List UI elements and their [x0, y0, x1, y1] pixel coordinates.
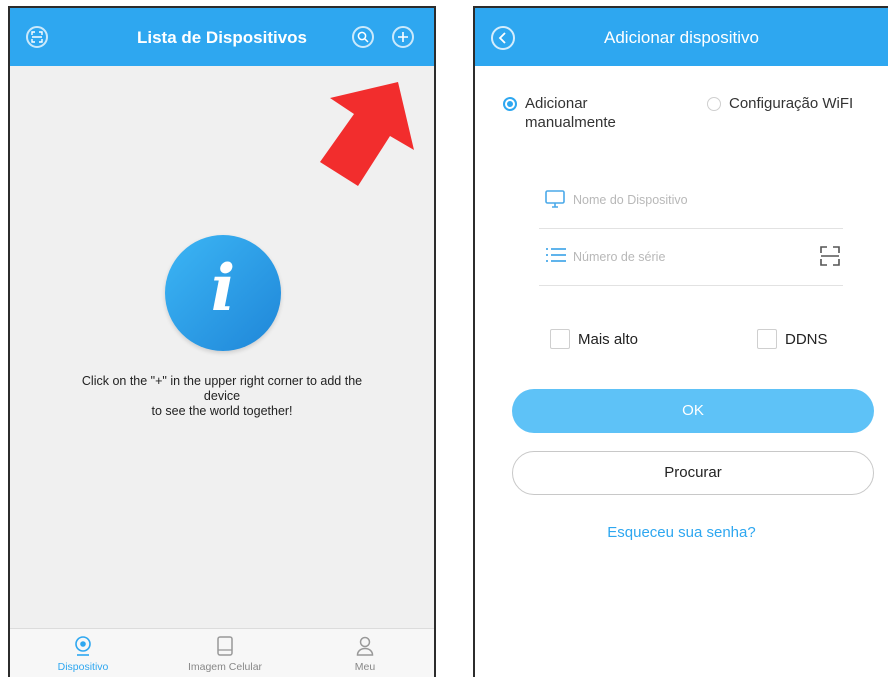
empty-message-line: to see the world together!	[151, 404, 293, 418]
forgot-password-link[interactable]: Esqueceu sua senha?	[475, 524, 888, 541]
page-title: Adicionar dispositivo	[604, 28, 759, 47]
checkbox-ddns[interactable]: DDNS	[757, 329, 828, 349]
radio-label-line: Adicionar	[525, 95, 588, 112]
tab-label: Dispositivo	[57, 661, 109, 673]
ok-button[interactable]: OK	[512, 389, 874, 433]
user-icon	[310, 635, 420, 657]
tab-dispositivo[interactable]: Dispositivo	[28, 629, 138, 677]
checkbox-box[interactable]	[757, 329, 777, 349]
monitor-icon	[545, 190, 565, 213]
add-device-header: Adicionar dispositivo	[475, 8, 888, 66]
red-arrow-annotation	[320, 82, 414, 186]
device-list-header: Lista de Dispositivos	[10, 8, 434, 66]
tab-label: Imagem Celular	[187, 661, 263, 673]
checkbox-box[interactable]	[550, 329, 570, 349]
empty-state-message: Click on the "+" in the upper right corn…	[24, 374, 420, 419]
radio-selected-indicator[interactable]	[503, 97, 517, 111]
info-icon-letter: i	[210, 251, 236, 326]
info-icon: i	[165, 235, 281, 351]
plus-icon[interactable]	[392, 26, 414, 48]
qr-scan-icon[interactable]	[819, 245, 841, 272]
tablet-icon	[170, 635, 280, 657]
checkbox-label: Mais alto	[578, 330, 639, 348]
serial-number-placeholder: Número de série	[573, 250, 666, 264]
list-icon	[545, 247, 567, 268]
radio-add-manually[interactable]: Adicionar manualmente	[503, 94, 616, 132]
tab-meu[interactable]: Meu	[310, 629, 420, 677]
empty-message-line: device	[203, 389, 241, 403]
device-name-placeholder: Nome do Dispositivo	[573, 193, 688, 207]
serial-number-field[interactable]: Número de série	[539, 229, 843, 286]
device-list-screen: Lista de Dispositivos i Click on the "+"…	[8, 6, 436, 677]
radio-label: Adicionar manualmente	[525, 94, 616, 132]
camera-icon	[28, 635, 138, 657]
tab-imagem-celular[interactable]: Imagem Celular	[170, 629, 280, 677]
device-name-field[interactable]: Nome do Dispositivo	[539, 172, 843, 229]
radio-label: Configuração WiFI	[729, 95, 854, 112]
search-icon[interactable]	[352, 26, 374, 48]
radio-unselected-indicator[interactable]	[707, 97, 721, 111]
search-button[interactable]: Procurar	[512, 451, 874, 495]
add-device-screen: Adicionar dispositivo Adicionar manualme…	[473, 6, 888, 677]
radio-label-line: manualmente	[525, 114, 616, 131]
checkbox-mais-alto[interactable]: Mais alto	[550, 329, 638, 349]
checkbox-label: DDNS	[785, 330, 828, 348]
tab-label: Meu	[354, 661, 376, 673]
bottom-tab-bar: Dispositivo Imagem Celular Meu	[10, 628, 434, 677]
radio-wifi-config[interactable]: Configuração WiFI	[707, 94, 853, 113]
empty-message-line: Click on the "+" in the upper right corn…	[81, 374, 363, 388]
